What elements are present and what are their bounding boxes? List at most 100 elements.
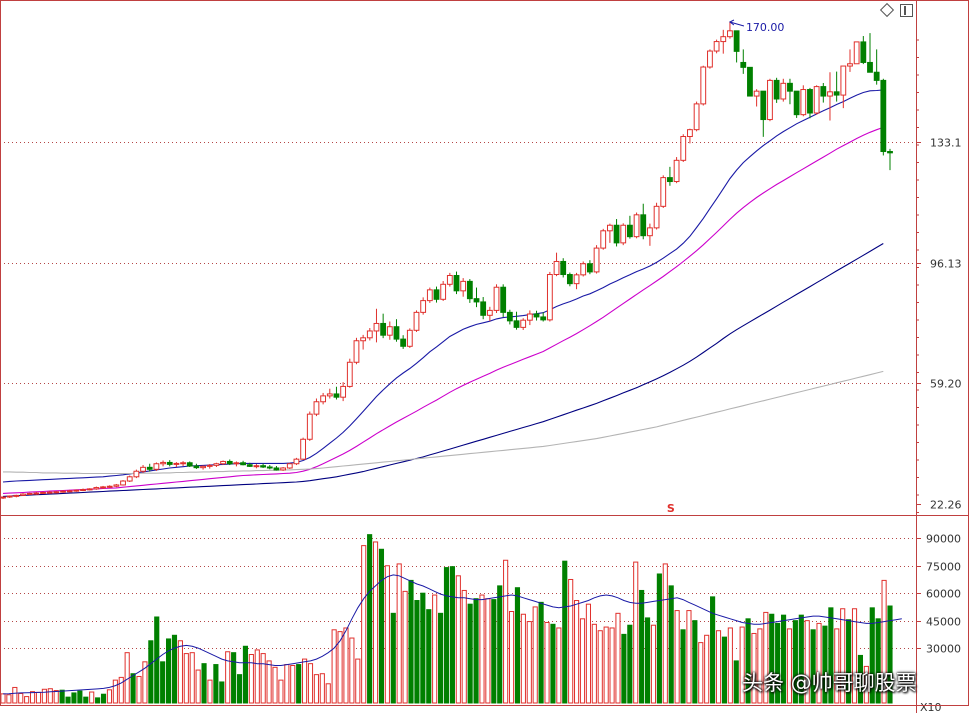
candle-up	[413, 311, 420, 331]
candle-down	[146, 466, 153, 470]
candle-down	[880, 79, 887, 153]
candle-up	[700, 66, 707, 105]
candle-up	[160, 461, 166, 465]
candle-up	[847, 63, 853, 67]
volume-bar-up	[355, 658, 361, 704]
volume-bar-up	[615, 612, 621, 704]
candle-down	[513, 320, 520, 328]
volume-bar-up	[372, 541, 379, 704]
volume-bar-up	[183, 653, 189, 704]
volume-bar-up	[520, 613, 526, 704]
candle-up	[173, 462, 180, 465]
candle-up	[20, 493, 26, 496]
candle-up	[660, 177, 667, 207]
diamond-icon[interactable]	[879, 2, 895, 18]
candle-up	[206, 464, 213, 467]
volume-bar-down	[668, 585, 674, 704]
candle-up	[300, 438, 307, 460]
price-panel: 22.26 59.20 96.13 133.1 170.00 S	[0, 19, 962, 515]
candle-down	[506, 311, 513, 322]
candle-down	[193, 465, 200, 469]
candle-up	[800, 89, 807, 116]
candle-up	[420, 300, 427, 313]
candle-down	[887, 151, 893, 154]
volume-bar-up	[704, 634, 710, 704]
candle-down	[586, 263, 593, 273]
volume-bar-up	[343, 627, 349, 704]
candle-down	[760, 90, 767, 121]
candle-up	[727, 30, 733, 38]
candle-up	[707, 50, 713, 68]
volume-bar-down	[231, 652, 237, 704]
candle-up	[80, 489, 86, 492]
candle-up	[6, 495, 13, 498]
volume-bar-up	[526, 621, 532, 704]
candle-down	[873, 71, 880, 81]
volume-bar-up	[574, 600, 580, 704]
volume-bar-up	[189, 652, 195, 704]
candle-down	[667, 177, 673, 183]
volume-bar-up	[455, 575, 461, 704]
volume-bar-down	[408, 579, 414, 704]
candle-up	[106, 485, 113, 488]
volume-bar-up	[698, 642, 704, 704]
candle-up	[780, 82, 787, 100]
candle-up	[0, 496, 6, 499]
volume-bar-down	[562, 560, 568, 704]
candle-up	[446, 274, 453, 285]
volume-bar-up	[18, 692, 24, 704]
candle-down	[266, 466, 273, 469]
candle-up	[220, 460, 226, 465]
volume-bar-up	[307, 663, 314, 704]
candle-up	[486, 309, 493, 316]
candle-up	[86, 488, 93, 491]
volume-bar-up	[585, 603, 591, 704]
volume-bar-up	[727, 627, 733, 704]
volume-bar-up	[284, 664, 290, 704]
volume-bar-down	[201, 663, 207, 704]
candle-up	[66, 490, 73, 493]
volume-bar-up	[591, 623, 597, 704]
candle-up	[53, 491, 60, 494]
candle-up	[33, 492, 40, 495]
candle-up	[687, 129, 693, 138]
candle-up	[526, 313, 533, 321]
volume-bar-up	[568, 578, 574, 704]
candle-up	[280, 467, 287, 471]
panel-toggle-icon[interactable]	[900, 4, 913, 17]
volume-bar-up	[112, 679, 118, 704]
candle-up	[340, 385, 347, 398]
volume-bar-up	[402, 590, 408, 704]
candle-up	[680, 136, 687, 161]
candle-up	[213, 463, 220, 466]
volume-tick-label: 60000	[926, 588, 961, 601]
volume-bar-down	[148, 640, 154, 704]
chart-stage: 22.26 59.20 96.13 133.1 170.00 S 30000 45000 60…	[0, 0, 969, 713]
volume-bar-down	[160, 661, 166, 704]
volume-bar-down	[733, 660, 739, 704]
candle-up	[673, 159, 680, 183]
candle-up	[580, 263, 587, 276]
candle-up	[493, 286, 500, 311]
volume-bar-up	[579, 618, 586, 704]
volume-bar-down	[438, 612, 444, 704]
candle-down	[787, 82, 793, 92]
volume-bar-down	[721, 636, 727, 704]
volume-bar-down	[656, 573, 662, 704]
volume-bar-up	[674, 610, 680, 704]
volume-bar-down	[219, 681, 225, 704]
candle-up	[320, 395, 327, 403]
volume-bar-up	[361, 545, 367, 704]
volume-bar-up	[302, 658, 308, 704]
volume-bar-up	[24, 696, 30, 704]
candle-down	[273, 467, 280, 471]
candle-up	[120, 480, 126, 486]
volume-bar-up	[432, 594, 438, 704]
candle-down	[246, 464, 253, 467]
volume-bar-up	[461, 589, 467, 704]
volume-bar-up	[278, 679, 284, 704]
candle-up	[26, 492, 33, 495]
volume-bar-up	[195, 669, 201, 704]
volume-bar-up	[12, 686, 18, 704]
candle-down	[393, 326, 400, 340]
